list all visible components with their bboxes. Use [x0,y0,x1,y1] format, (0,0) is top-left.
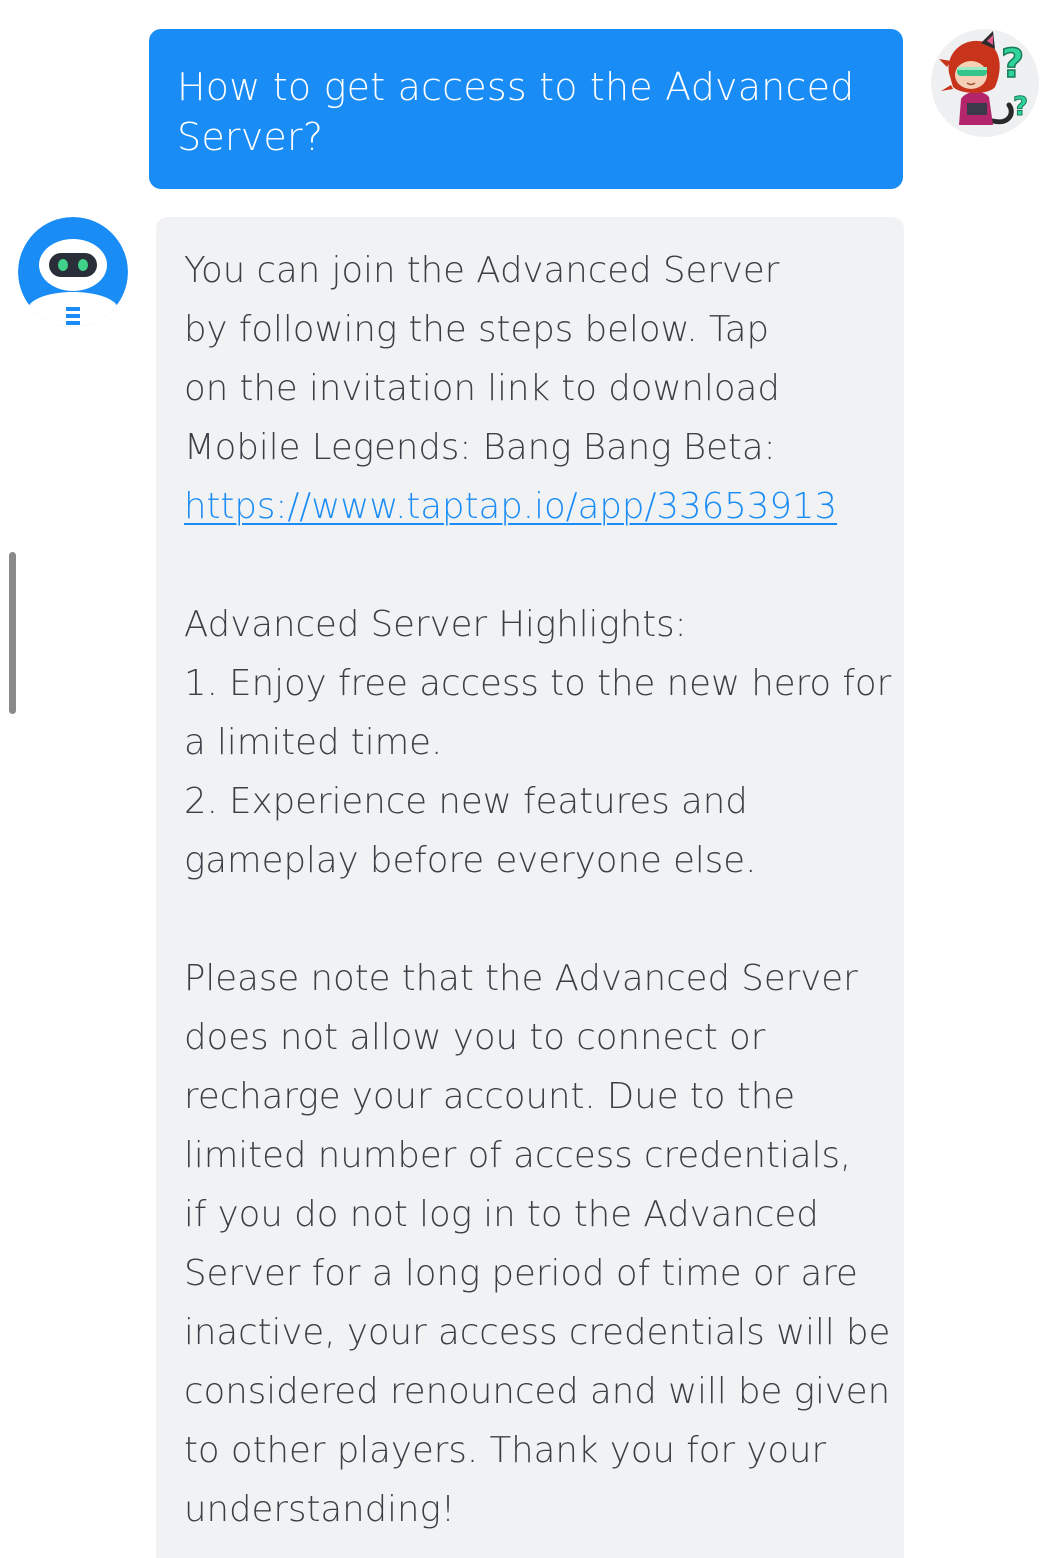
user-avatar-icon[interactable]: ? ? [931,29,1039,137]
bot-message-line: gameplay before everyone else. [184,840,757,881]
bot-message-line: inactive, your access credentials will b… [184,1312,891,1353]
svg-text:?: ? [1013,92,1028,122]
beta-invite-link[interactable]: https://www.taptap.io/app/33653913 [184,486,837,527]
bot-message-line: understanding! [184,1489,456,1530]
highlights-heading: Advanced Server Highlights: [184,604,687,645]
bot-message-line: a limited time. [184,722,443,763]
bot-message-line: Server for a long period of time or are [184,1253,858,1294]
user-message-line: How to get access to the Advanced [177,65,855,109]
bot-message-line: on the invitation link to download [184,368,780,409]
bot-message-line: to other players. Thank you for your [184,1430,827,1471]
bot-message-line: considered renounced and will be given [184,1371,891,1412]
scrollbar-thumb[interactable] [9,552,16,714]
bot-message-line: Mobile Legends: Bang Bang Beta: [184,427,776,468]
bot-message-bubble: You can join the Advanced Server by foll… [156,217,904,1558]
user-message-line: Server? [177,115,324,159]
bot-avatar-icon[interactable] [18,217,128,327]
bot-message-line: by following the steps below. Tap [184,309,769,350]
beta-invite-link-row: https://www.taptap.io/app/33653913 [184,477,884,536]
bot-message-line: Please note that the Advanced Server [184,958,858,999]
bot-message-line: 1. Enjoy free access to the new hero for [184,663,892,704]
bot-message-line: You can join the Advanced Server [184,250,780,291]
bot-message-line: if you do not log in to the Advanced [184,1194,819,1235]
bot-message-line: 2. Experience new features and [184,781,748,822]
bot-message-line: limited number of access credentials, [184,1135,852,1176]
bot-message-line: does not allow you to connect or [184,1017,766,1058]
robot-icon [18,217,128,327]
svg-text:?: ? [1001,41,1024,87]
hero-character-icon: ? ? [939,31,1029,125]
user-message-bubble: How to get access to the Advanced Server… [149,29,903,189]
bot-message-line: recharge your account. Due to the [184,1076,796,1117]
